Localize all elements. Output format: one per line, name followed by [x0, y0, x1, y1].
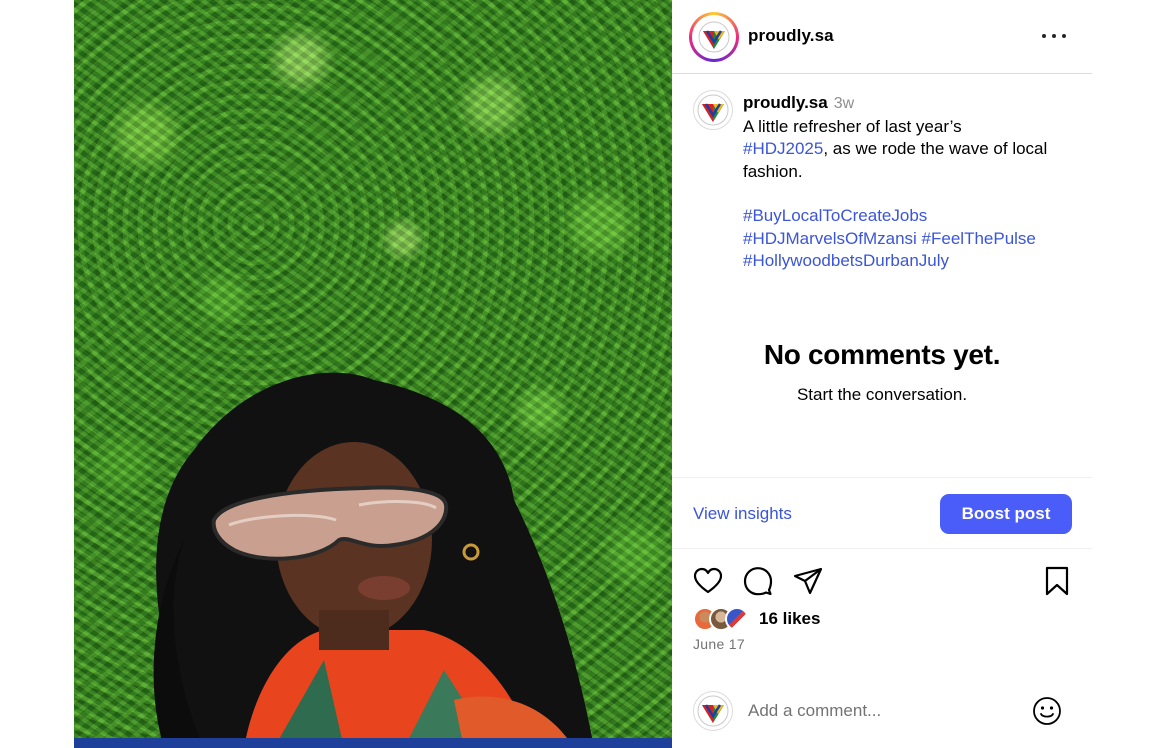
insights-bar: View insights Boost post — [672, 477, 1092, 549]
header-username[interactable]: proudly.sa — [748, 26, 834, 46]
proudly-sa-logo-icon — [697, 695, 729, 727]
hashtag-link[interactable]: #HDJ2025 — [743, 139, 823, 158]
boost-post-button[interactable]: Boost post — [940, 494, 1072, 534]
comments-area: proudly.sa 3w A little refresher of last … — [672, 75, 1092, 477]
caption-avatar[interactable] — [693, 90, 733, 130]
heart-icon[interactable] — [692, 565, 724, 597]
dot-icon — [1052, 34, 1056, 38]
emoji-icon[interactable] — [1032, 696, 1062, 726]
likes-count[interactable]: 16 likes — [759, 609, 820, 629]
comment-input[interactable] — [748, 696, 1018, 726]
hashtag-link[interactable]: #BuyLocalToCreateJobs — [743, 206, 927, 225]
avatar — [693, 691, 733, 731]
likes-row: 16 likes — [693, 606, 820, 632]
post-photo[interactable] — [74, 0, 672, 748]
hashtag-link[interactable]: #HollywoodbetsDurbanJuly — [743, 251, 949, 270]
post-caption: proudly.sa 3w A little refresher of last … — [743, 92, 1083, 273]
hashtag-link[interactable]: #FeelThePulse — [922, 229, 1036, 248]
no-comments-title: No comments yet. — [763, 339, 1001, 370]
hashtag-list: #BuyLocalToCreateJobs #HDJMarvelsOfMzans… — [743, 205, 1083, 273]
view-insights-link[interactable]: View insights — [693, 504, 792, 524]
caption-line: A little refresher of last year’s — [743, 116, 962, 136]
dot-icon — [1042, 34, 1046, 38]
more-options-icon[interactable] — [1042, 26, 1066, 46]
caption-body: A little refresher of last year’s #HDJ20… — [743, 116, 1083, 184]
comment-bubble-icon[interactable] — [742, 565, 774, 597]
woman-with-sunglasses-image — [74, 372, 672, 748]
paper-plane-icon[interactable] — [792, 565, 824, 597]
avatar — [725, 607, 749, 631]
no-comments-subtitle: Start the conversation. — [796, 385, 968, 404]
proudly-sa-logo-icon — [698, 21, 730, 53]
post-date[interactable]: June 17 — [693, 636, 745, 652]
hashtag-link[interactable]: #HDJMarvelsOfMzansi — [743, 229, 917, 248]
caption-meta: proudly.sa 3w — [743, 92, 1083, 116]
avatar — [692, 15, 736, 59]
bookmark-icon[interactable] — [1041, 565, 1073, 597]
add-comment-bar — [672, 676, 1092, 748]
proudly-sa-logo-icon — [697, 94, 729, 126]
post-header: proudly.sa — [672, 0, 1092, 74]
post-actions — [672, 560, 1092, 604]
dot-icon — [1062, 34, 1066, 38]
post-side-panel: proudly.sa proudly.sa 3w A little refresh… — [672, 0, 1092, 748]
liker-avatars[interactable] — [693, 606, 751, 632]
profile-avatar-story-ring[interactable] — [689, 12, 739, 62]
caption-username[interactable]: proudly.sa — [743, 93, 828, 112]
post-time-ago[interactable]: 3w — [834, 95, 854, 112]
